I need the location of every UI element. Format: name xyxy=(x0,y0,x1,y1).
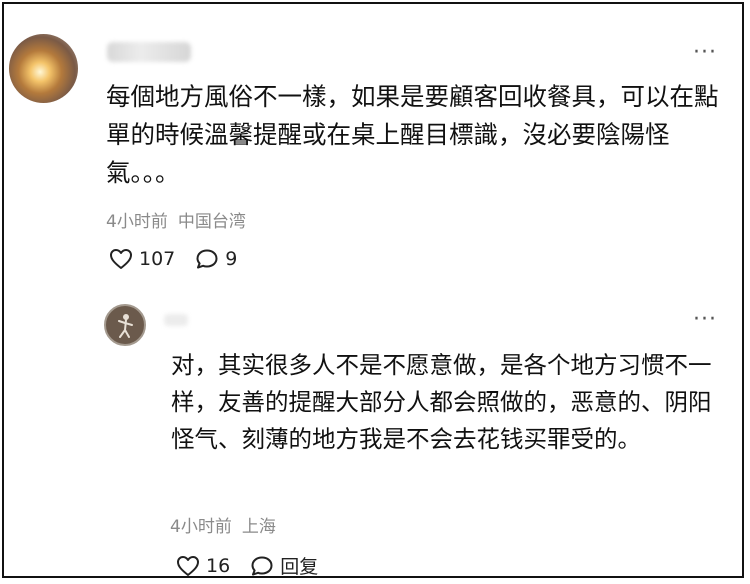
reply-count-button[interactable]: 9 xyxy=(195,248,237,270)
commenter-avatar[interactable] xyxy=(9,34,78,103)
heart-outline-icon xyxy=(110,249,132,269)
comment-meta: 4小时前 中国台湾 xyxy=(106,207,246,232)
like-button[interactable]: 16 xyxy=(176,555,230,577)
figure-icon xyxy=(118,314,133,338)
like-count: 107 xyxy=(139,248,176,270)
like-count: 16 xyxy=(206,554,231,577)
reply-meta: 4小时前 上海 xyxy=(170,512,276,537)
speech-bubble-icon xyxy=(251,556,273,575)
comment-body: 每個地方風俗不一樣，如果是要顧客回收餐具，可以在點單的時候溫馨提醒或在桌上醒目標… xyxy=(106,82,719,187)
speech-bubble-icon xyxy=(196,249,218,269)
comment-location: 中国台湾 xyxy=(177,212,246,232)
comment-actions: 107 9 xyxy=(109,248,257,270)
reply-actions: 16 回复 xyxy=(176,552,338,579)
heart-outline-icon xyxy=(177,555,199,576)
like-button[interactable]: 107 xyxy=(109,248,175,270)
reply-location: 上海 xyxy=(241,517,276,537)
reply-username-blurred[interactable] xyxy=(164,314,188,326)
reply-time: 4小时前 xyxy=(170,517,232,537)
commenter-username-blurred[interactable] xyxy=(107,42,191,62)
more-dots-icon[interactable]: ··· xyxy=(693,309,717,331)
reply-button[interactable]: 回复 xyxy=(250,552,318,579)
reply-count: 9 xyxy=(225,248,238,270)
more-dots-icon[interactable]: ··· xyxy=(693,42,717,64)
comment-time: 4小时前 xyxy=(106,212,168,232)
reply-avatar[interactable] xyxy=(104,304,146,346)
screenshot-frame: ··· 每個地方風俗不一樣，如果是要顧客回收餐具，可以在點單的時候溫馨提醒或在桌… xyxy=(2,2,744,578)
reply-label: 回复 xyxy=(280,556,319,578)
reply-body: 对，其实很多人不是不愿意做，是各个地方习惯不一样，友善的提醒大部分人都会照做的，… xyxy=(171,351,712,453)
